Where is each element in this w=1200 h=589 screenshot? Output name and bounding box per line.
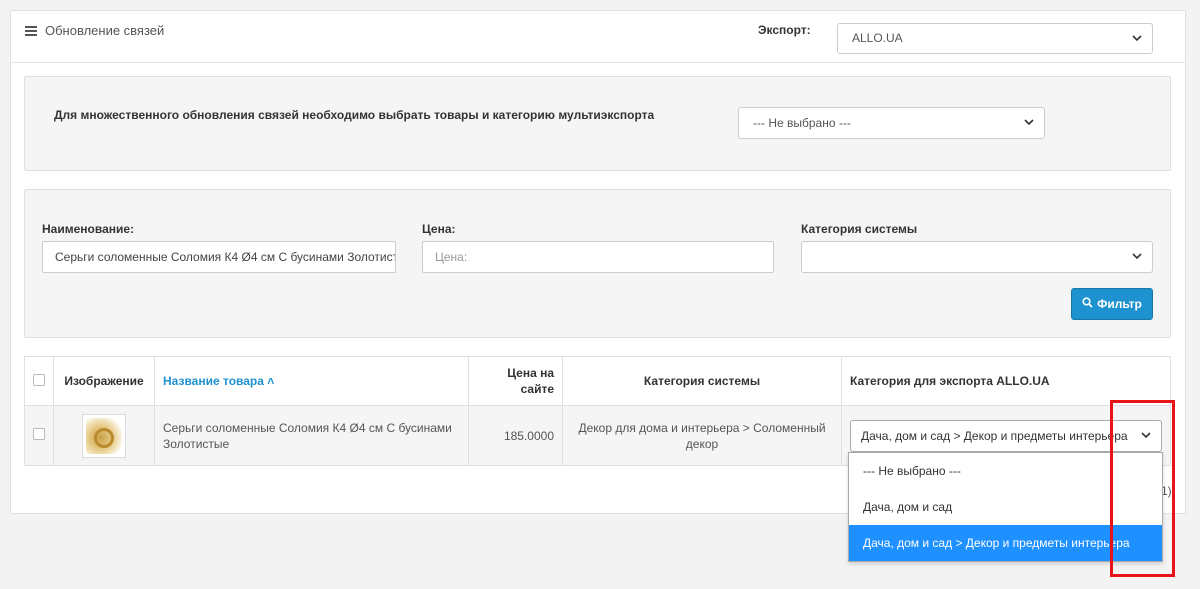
row-export-category-select[interactable]: Дача, дом и сад > Декор и предметы интер… [850, 419, 1162, 452]
chevron-down-icon [1141, 430, 1151, 440]
multi-select-value: --- Не выбрано --- [753, 116, 851, 130]
row-export-category-value: Дача, дом и сад > Декор и предметы интер… [861, 428, 1128, 443]
dropdown-option[interactable]: Дача, дом и сад [849, 489, 1162, 525]
system-category-select[interactable] [801, 241, 1153, 273]
col-system-category: Категория системы [562, 356, 842, 406]
export-category-dropdown: --- Не выбрано --- Дача, дом и сад Дача,… [848, 452, 1163, 562]
price-input[interactable]: Цена: [422, 241, 774, 273]
select-all-checkbox[interactable] [33, 373, 45, 386]
col-export-category: Категория для экспорта ALLO.UA [841, 356, 1171, 406]
col-image: Изображение [53, 356, 155, 406]
dropdown-option[interactable]: --- Не выбрано --- [849, 453, 1162, 489]
export-select[interactable]: ALLO.UA [837, 23, 1153, 54]
export-select-value: ALLO.UA [852, 31, 903, 45]
select-all-cell [24, 356, 54, 406]
chevron-down-icon [1132, 33, 1142, 43]
col-price-line1: Цена на [507, 366, 554, 380]
col-price[interactable]: Цена на сайте [468, 356, 563, 406]
system-category-label: Категория системы [801, 222, 918, 236]
list-icon [25, 25, 37, 36]
name-input[interactable]: Серьги соломенные Соломия К4 Ø4 см С бус… [42, 241, 396, 273]
row-checkbox[interactable] [33, 428, 45, 440]
panel-title: Обновление связей [25, 23, 164, 38]
col-price-line2: сайте [520, 382, 554, 396]
row-name: Серьги соломенные Соломия К4 Ø4 см С бус… [154, 405, 469, 466]
row-price: 185.0000 [468, 405, 563, 466]
row-system-category: Декор для дома и интерьера > Соломенный … [562, 405, 842, 466]
name-label: Наименование: [42, 222, 135, 236]
chevron-down-icon [1024, 117, 1034, 127]
price-label: Цена: [422, 222, 456, 236]
filter-button[interactable]: Фильтр [1071, 288, 1153, 320]
row-image-cell [53, 405, 155, 466]
col-name[interactable]: Название товара ˄ [154, 356, 469, 406]
products-table: Изображение Название товара ˄ Цена на са… [24, 356, 1171, 466]
product-thumbnail [82, 413, 126, 458]
search-icon [1082, 297, 1093, 311]
export-label: Экспорт: [758, 23, 811, 37]
sort-asc-icon: ˄ [267, 374, 275, 388]
chevron-down-icon [1132, 251, 1142, 261]
row-select-cell [24, 405, 54, 466]
filter-button-label: Фильтр [1097, 297, 1142, 311]
multi-export-category-select[interactable]: --- Не выбрано --- [738, 107, 1045, 139]
multi-update-description: Для множественного обновления связей нео… [54, 108, 655, 122]
sort-by-name-link[interactable]: Название товара [163, 374, 264, 388]
dropdown-option-selected[interactable]: Дача, дом и сад > Декор и предметы интер… [849, 525, 1162, 561]
page-title: Обновление связей [45, 23, 165, 38]
